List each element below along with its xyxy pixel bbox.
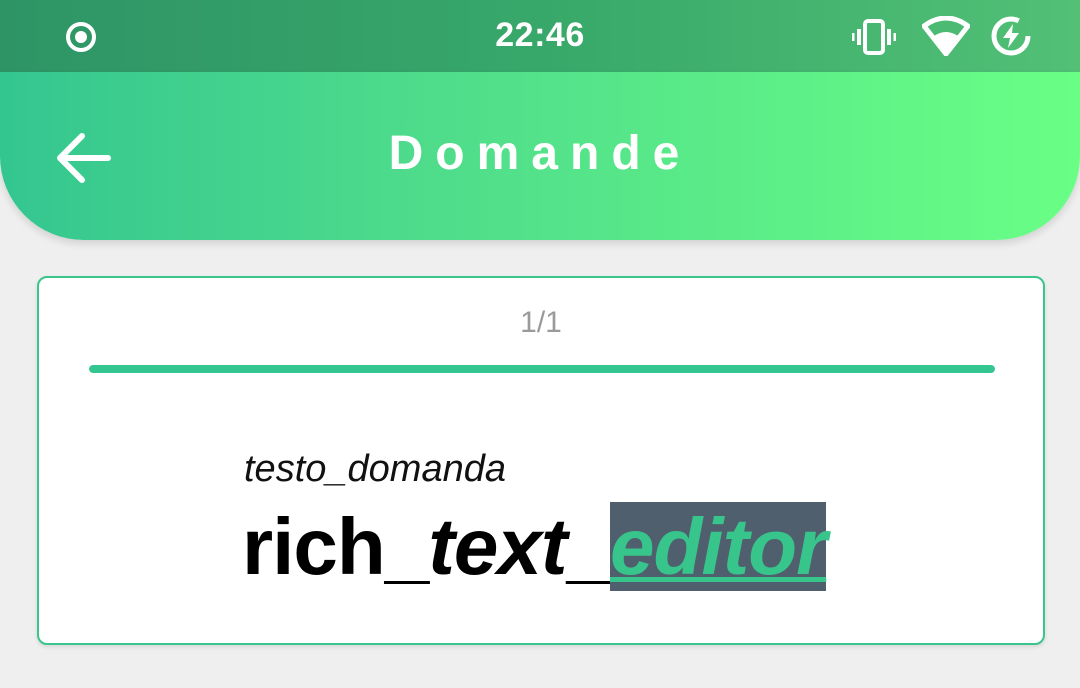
rich-text-italic: text — [428, 502, 567, 591]
app-header: Domande — [0, 72, 1080, 240]
rich-text-part: rich_ — [242, 502, 429, 591]
question-counter: 1/1 — [520, 306, 562, 339]
progress-fill — [89, 365, 995, 373]
status-time: 22:46 — [495, 16, 585, 54]
question-card: 1/1 testo_domanda rich_text_editor — [37, 276, 1045, 645]
rich-text-selection: editor — [609, 502, 827, 591]
progress-bar — [89, 365, 995, 373]
vibrate-icon — [851, 18, 897, 61]
wifi-icon — [921, 15, 971, 61]
rich-text-part: _ — [566, 502, 610, 591]
rich-text-editor[interactable]: rich_text_editor — [242, 502, 827, 592]
page-title: Domande — [388, 127, 692, 180]
question-label: testo_domanda — [244, 448, 506, 490]
battery-saver-icon — [990, 15, 1032, 62]
status-bar: 22:46 — [0, 0, 1080, 72]
